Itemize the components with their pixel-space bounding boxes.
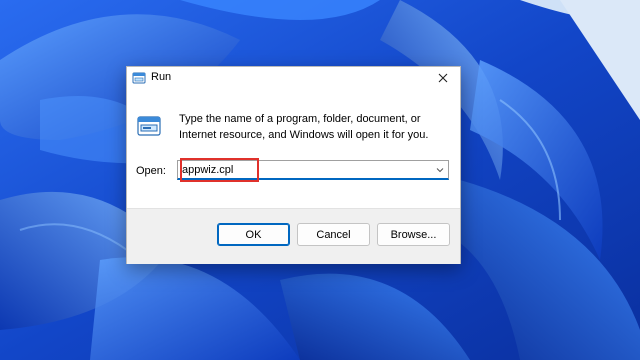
browse-button[interactable]: Browse... — [377, 223, 450, 246]
description-text-line-1: Type the name of a program, folder, docu… — [179, 113, 421, 125]
open-input[interactable] — [182, 161, 422, 179]
open-label: Open: — [136, 165, 166, 177]
chevron-down-icon[interactable] — [435, 165, 445, 175]
title-bar[interactable]: Run — [127, 67, 460, 89]
run-program-icon — [137, 116, 161, 136]
run-icon — [132, 72, 146, 84]
close-button[interactable] — [426, 67, 460, 89]
close-icon — [438, 73, 448, 83]
open-combobox[interactable] — [177, 160, 449, 180]
dialog-title: Run — [151, 71, 172, 83]
cancel-button[interactable]: Cancel — [297, 223, 370, 246]
button-bar: OK Cancel Browse... — [127, 208, 460, 264]
ok-button[interactable]: OK — [217, 223, 290, 246]
desktop: Run Type the name of a program, folder, … — [0, 0, 640, 360]
description-text-line-2: Internet resource, and Windows will open… — [179, 129, 429, 141]
run-dialog: Run Type the name of a program, folder, … — [126, 66, 461, 264]
dialog-body: Type the name of a program, folder, docu… — [127, 89, 460, 208]
